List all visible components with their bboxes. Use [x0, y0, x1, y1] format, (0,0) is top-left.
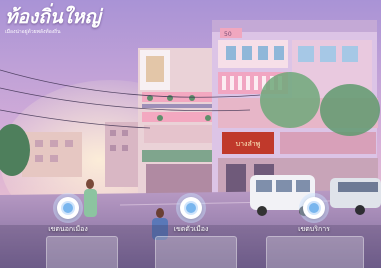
main-building: [138, 48, 218, 198]
location-pin-icon[interactable]: [303, 197, 325, 219]
header: ท้องถิ่นใหญ่ เมืองน่าอยู่ด้วยพลังท้องถิ่…: [5, 6, 101, 36]
shop-sign-text: บางลำพู: [236, 140, 261, 148]
nav-item-city-zone[interactable]: เขตตัวเมือง: [156, 197, 226, 234]
nav-panel-city: [155, 236, 237, 269]
location-pin-icon[interactable]: [57, 197, 79, 219]
building-number: 50: [224, 31, 232, 38]
nav-label: เขตบริการ: [298, 225, 330, 233]
nav-panel-service: [266, 236, 364, 269]
app-title: ท้องถิ่นใหญ่: [5, 6, 101, 28]
nav-label: เขตนอกเมือง: [48, 225, 88, 233]
nav-panel-outer: [46, 236, 118, 269]
app-subtitle: เมืองน่าอยู่ด้วยพลังท้องถิ่น: [5, 29, 61, 35]
nav-label: เขตตัวเมือง: [173, 225, 209, 233]
nav-item-service-zone[interactable]: เขตบริการ: [279, 197, 349, 234]
nav-item-outer-zone[interactable]: เขตนอกเมือง: [33, 197, 103, 234]
location-pin-icon[interactable]: [180, 197, 202, 219]
